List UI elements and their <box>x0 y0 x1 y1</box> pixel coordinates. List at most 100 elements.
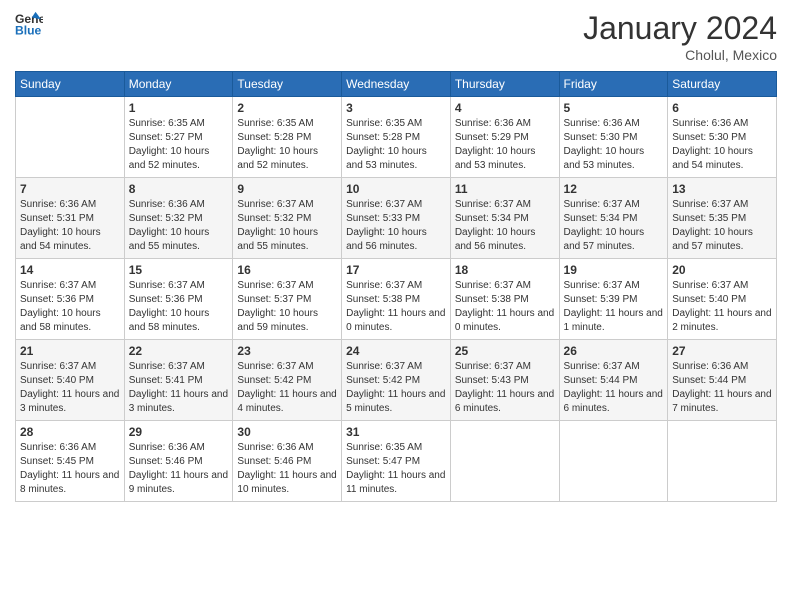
header-wednesday: Wednesday <box>342 72 451 97</box>
table-row: 17 Sunrise: 6:37 AMSunset: 5:38 PMDayligh… <box>342 259 451 340</box>
day-number: 17 <box>346 263 446 277</box>
day-number: 27 <box>672 344 772 358</box>
day-info: Sunrise: 6:36 AMSunset: 5:32 PMDaylight:… <box>129 198 229 254</box>
calendar-week-row: 14Sunrise: 6:37 AMSunset: 5:36 PMDayligh… <box>16 259 777 340</box>
day-info: Sunrise: 6:36 AMSunset: 5:30 PMDaylight:… <box>672 117 772 173</box>
table-row: 12Sunrise: 6:37 AMSunset: 5:34 PMDayligh… <box>559 178 668 259</box>
table-row: 22Sunrise: 6:37 AMSunset: 5:41 PMDayligh… <box>124 340 233 421</box>
table-row <box>16 97 125 178</box>
calendar-week-row: 21 Sunrise: 6:37 AMSunset: 5:40 PMDayligh… <box>16 340 777 421</box>
table-row: 15Sunrise: 6:37 AMSunset: 5:36 PMDayligh… <box>124 259 233 340</box>
day-number: 2 <box>237 101 337 115</box>
svg-text:Blue: Blue <box>15 23 42 37</box>
calendar-week-row: 7 Sunrise: 6:36 AMSunset: 5:31 PMDaylight… <box>16 178 777 259</box>
day-info: Sunrise: 6:37 AMSunset: 5:40 PMDaylight:… <box>672 279 772 335</box>
table-row: 24Sunrise: 6:37 AMSunset: 5:42 PMDayligh… <box>342 340 451 421</box>
day-info: Sunrise: 6:36 AMSunset: 5:46 PMDaylight:… <box>129 441 229 497</box>
calendar-week-row: 28Sunrise: 6:36 AMSunset: 5:45 PMDayligh… <box>16 421 777 502</box>
day-info: Sunrise: 6:36 AMSunset: 5:29 PMDaylight:… <box>455 117 555 173</box>
day-number: 10 <box>346 182 446 196</box>
day-info: Sunrise: 6:35 AMSunset: 5:28 PMDaylight:… <box>346 117 446 173</box>
table-row: 1 Sunrise: 6:35 AMSunset: 5:27 PMDaylight… <box>124 97 233 178</box>
day-info: Sunrise: 6:36 AMSunset: 5:46 PMDaylight:… <box>237 441 337 497</box>
day-info: Sunrise: 6:37 AMSunset: 5:42 PMDaylight:… <box>346 360 446 416</box>
day-number: 18 <box>455 263 555 277</box>
table-row: 28Sunrise: 6:36 AMSunset: 5:45 PMDayligh… <box>16 421 125 502</box>
day-info: Sunrise: 6:36 AMSunset: 5:45 PMDaylight:… <box>20 441 120 497</box>
day-number: 31 <box>346 425 446 439</box>
header-monday: Monday <box>124 72 233 97</box>
table-row: 18 Sunrise: 6:37 AMSunset: 5:38 PMDayligh… <box>450 259 559 340</box>
table-row: 2 Sunrise: 6:35 AMSunset: 5:28 PMDaylight… <box>233 97 342 178</box>
table-row <box>450 421 559 502</box>
day-number: 19 <box>564 263 664 277</box>
table-row: 11 Sunrise: 6:37 AMSunset: 5:34 PMDayligh… <box>450 178 559 259</box>
day-info: Sunrise: 6:37 AMSunset: 5:44 PMDaylight:… <box>564 360 664 416</box>
day-info: Sunrise: 6:35 AMSunset: 5:27 PMDaylight:… <box>129 117 229 173</box>
header-sunday: Sunday <box>16 72 125 97</box>
day-info: Sunrise: 6:37 AMSunset: 5:35 PMDaylight:… <box>672 198 772 254</box>
day-info: Sunrise: 6:37 AMSunset: 5:40 PMDaylight:… <box>20 360 120 416</box>
logo-icon: General Blue <box>15 10 43 38</box>
day-number: 7 <box>20 182 120 196</box>
day-info: Sunrise: 6:37 AMSunset: 5:34 PMDaylight:… <box>564 198 664 254</box>
day-info: Sunrise: 6:35 AMSunset: 5:47 PMDaylight:… <box>346 441 446 497</box>
table-row: 16 Sunrise: 6:37 AMSunset: 5:37 PMDayligh… <box>233 259 342 340</box>
table-row: 7 Sunrise: 6:36 AMSunset: 5:31 PMDaylight… <box>16 178 125 259</box>
table-row: 8 Sunrise: 6:36 AMSunset: 5:32 PMDaylight… <box>124 178 233 259</box>
day-number: 1 <box>129 101 229 115</box>
day-number: 3 <box>346 101 446 115</box>
day-number: 21 <box>20 344 120 358</box>
table-row: 31 Sunrise: 6:35 AMSunset: 5:47 PMDayligh… <box>342 421 451 502</box>
title-block: January 2024 Cholul, Mexico <box>583 10 777 63</box>
table-row: 13Sunrise: 6:37 AMSunset: 5:35 PMDayligh… <box>668 178 777 259</box>
day-info: Sunrise: 6:37 AMSunset: 5:36 PMDaylight:… <box>20 279 120 335</box>
logo: General Blue <box>15 10 43 38</box>
day-number: 20 <box>672 263 772 277</box>
table-row: 23Sunrise: 6:37 AMSunset: 5:42 PMDayligh… <box>233 340 342 421</box>
day-number: 30 <box>237 425 337 439</box>
day-info: Sunrise: 6:37 AMSunset: 5:36 PMDaylight:… <box>129 279 229 335</box>
table-row: 19Sunrise: 6:37 AMSunset: 5:39 PMDayligh… <box>559 259 668 340</box>
day-number: 23 <box>237 344 337 358</box>
day-info: Sunrise: 6:36 AMSunset: 5:31 PMDaylight:… <box>20 198 120 254</box>
header-tuesday: Tuesday <box>233 72 342 97</box>
table-row: 6 Sunrise: 6:36 AMSunset: 5:30 PMDaylight… <box>668 97 777 178</box>
day-info: Sunrise: 6:37 AMSunset: 5:37 PMDaylight:… <box>237 279 337 335</box>
page-header: General Blue January 2024 Cholul, Mexico <box>15 10 777 63</box>
table-row: 25 Sunrise: 6:37 AMSunset: 5:43 PMDayligh… <box>450 340 559 421</box>
day-number: 26 <box>564 344 664 358</box>
table-row: 21 Sunrise: 6:37 AMSunset: 5:40 PMDayligh… <box>16 340 125 421</box>
table-row <box>559 421 668 502</box>
day-number: 5 <box>564 101 664 115</box>
day-number: 29 <box>129 425 229 439</box>
location-title: Cholul, Mexico <box>583 47 777 63</box>
header-friday: Friday <box>559 72 668 97</box>
day-info: Sunrise: 6:35 AMSunset: 5:28 PMDaylight:… <box>237 117 337 173</box>
table-row: 5 Sunrise: 6:36 AMSunset: 5:30 PMDaylight… <box>559 97 668 178</box>
calendar-week-row: 1 Sunrise: 6:35 AMSunset: 5:27 PMDaylight… <box>16 97 777 178</box>
day-info: Sunrise: 6:37 AMSunset: 5:38 PMDaylight:… <box>455 279 555 335</box>
table-row: 30 Sunrise: 6:36 AMSunset: 5:46 PMDayligh… <box>233 421 342 502</box>
weekday-header-row: Sunday Monday Tuesday Wednesday Thursday… <box>16 72 777 97</box>
day-number: 25 <box>455 344 555 358</box>
day-info: Sunrise: 6:37 AMSunset: 5:33 PMDaylight:… <box>346 198 446 254</box>
table-row: 26 Sunrise: 6:37 AMSunset: 5:44 PMDayligh… <box>559 340 668 421</box>
day-info: Sunrise: 6:37 AMSunset: 5:34 PMDaylight:… <box>455 198 555 254</box>
day-number: 11 <box>455 182 555 196</box>
table-row: 20 Sunrise: 6:37 AMSunset: 5:40 PMDayligh… <box>668 259 777 340</box>
day-number: 16 <box>237 263 337 277</box>
table-row: 29 Sunrise: 6:36 AMSunset: 5:46 PMDayligh… <box>124 421 233 502</box>
table-row: 3 Sunrise: 6:35 AMSunset: 5:28 PMDaylight… <box>342 97 451 178</box>
day-number: 6 <box>672 101 772 115</box>
table-row: 4Sunrise: 6:36 AMSunset: 5:29 PMDaylight… <box>450 97 559 178</box>
day-info: Sunrise: 6:37 AMSunset: 5:38 PMDaylight:… <box>346 279 446 335</box>
day-number: 8 <box>129 182 229 196</box>
header-saturday: Saturday <box>668 72 777 97</box>
day-number: 22 <box>129 344 229 358</box>
day-info: Sunrise: 6:36 AMSunset: 5:30 PMDaylight:… <box>564 117 664 173</box>
day-info: Sunrise: 6:37 AMSunset: 5:43 PMDaylight:… <box>455 360 555 416</box>
calendar-table: Sunday Monday Tuesday Wednesday Thursday… <box>15 71 777 502</box>
table-row <box>668 421 777 502</box>
day-number: 9 <box>237 182 337 196</box>
